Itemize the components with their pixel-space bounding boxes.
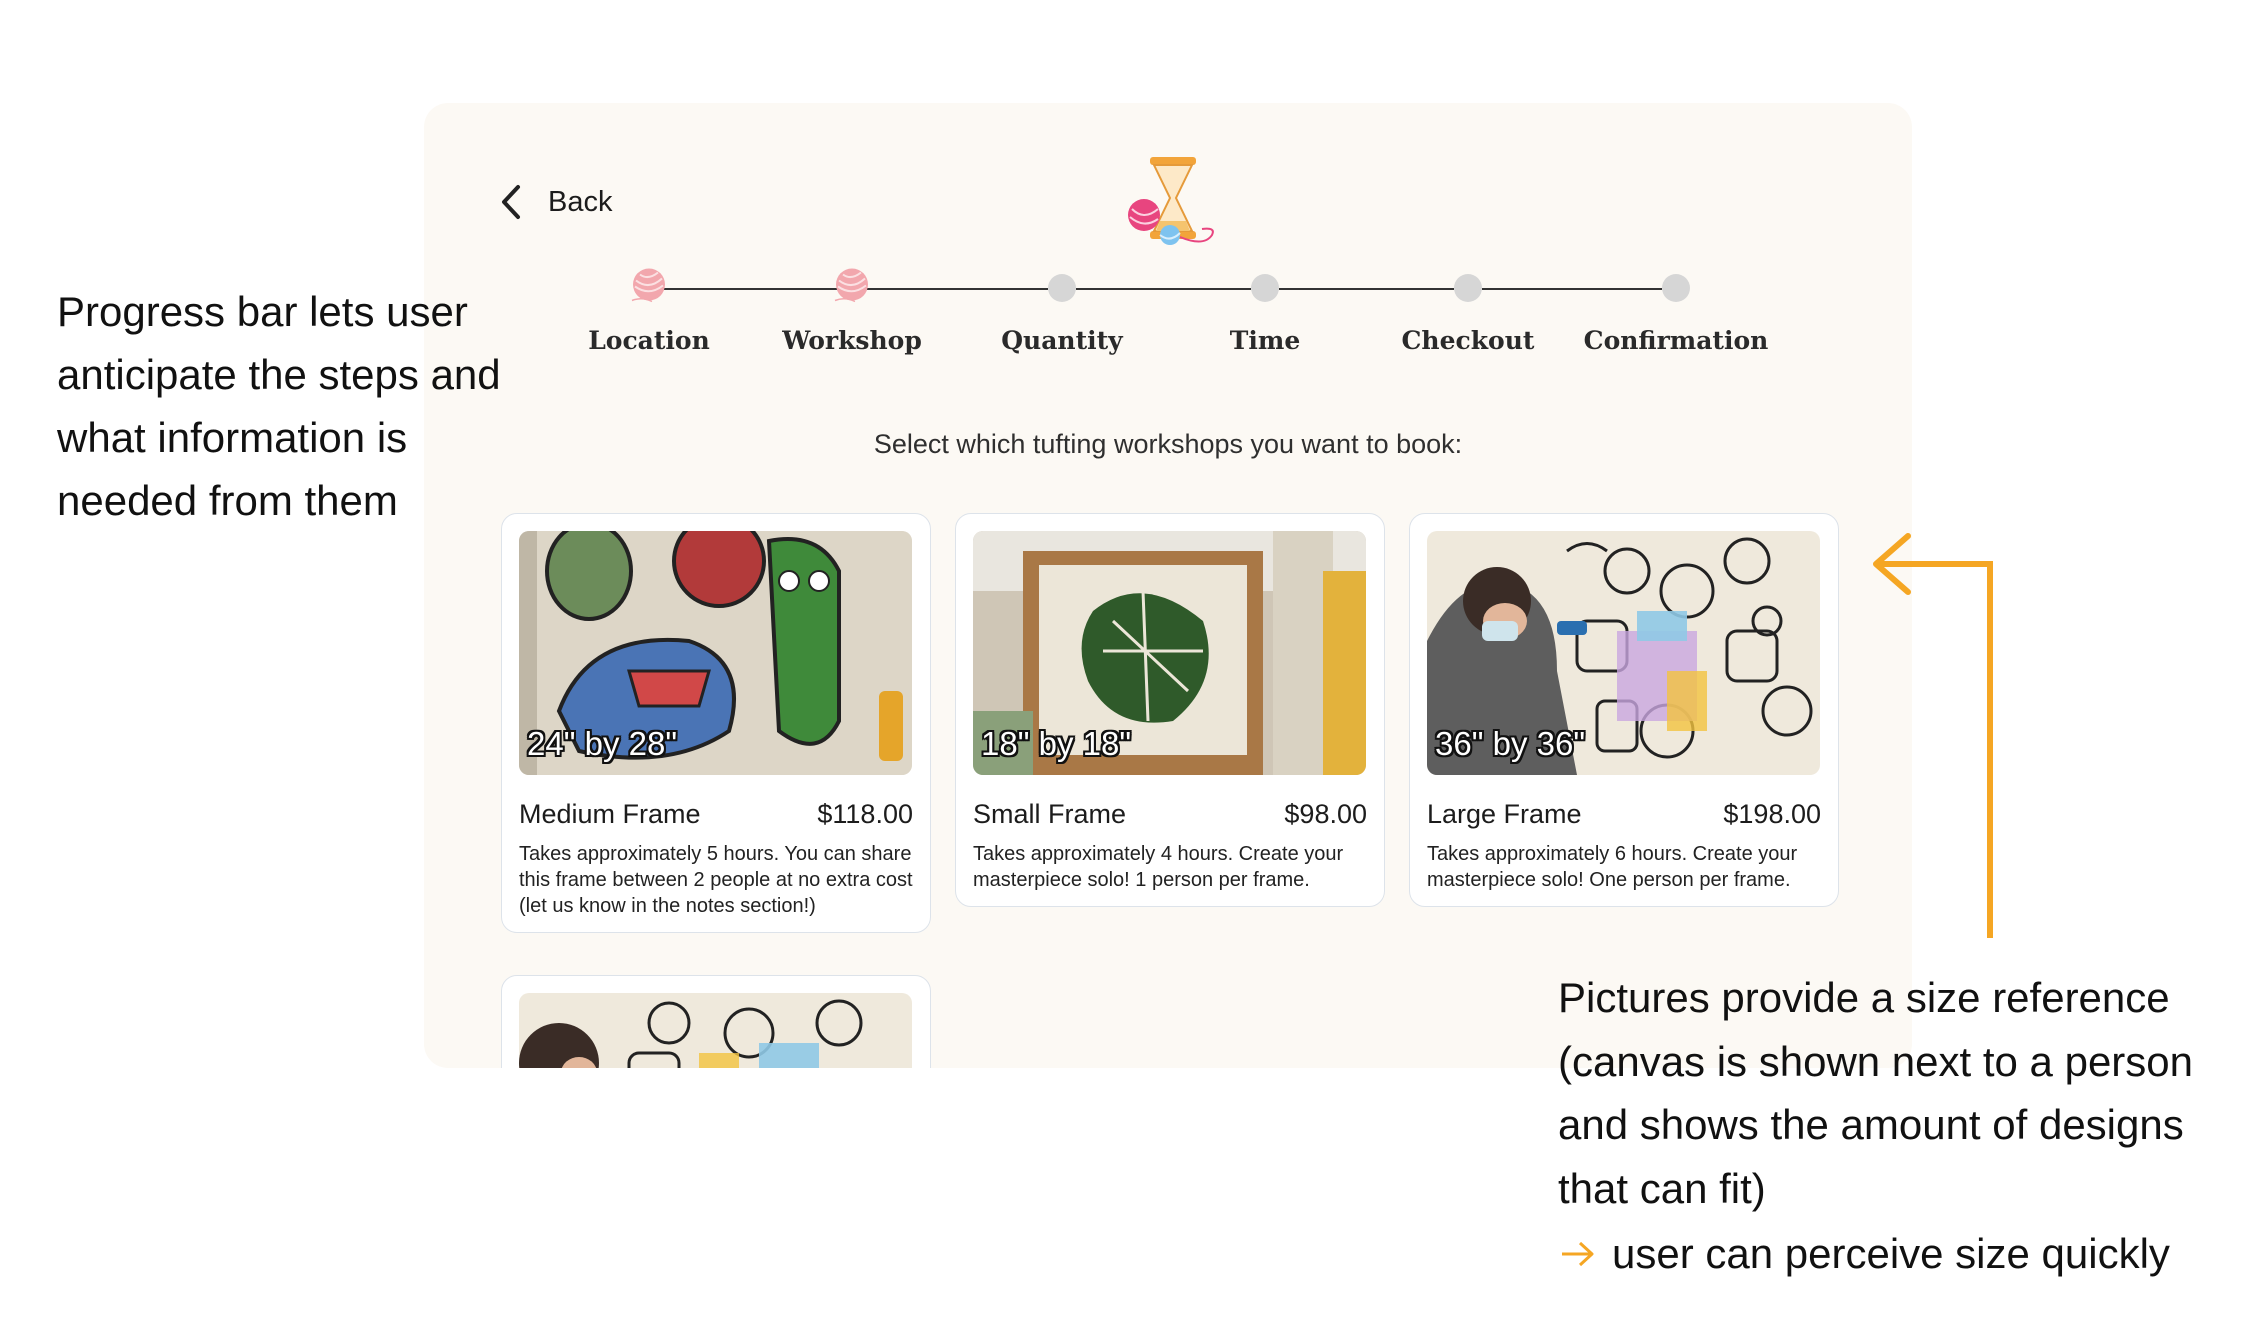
workshop-description: Takes approximately 4 hours. Create your… xyxy=(973,843,1344,891)
workshop-prompt: Select which tufting workshops you want … xyxy=(873,429,1463,459)
annotation-conclusion-text: user can perceive size quickly xyxy=(1612,1230,2170,1277)
workshop-description: Takes approximately 5 hours. You can sha… xyxy=(519,843,913,917)
annotation-progress-bar: Progress bar lets user anticipate the st… xyxy=(57,288,501,524)
yarn-ball-icon xyxy=(631,268,665,303)
step-dot xyxy=(1251,274,1279,302)
step-label: Confirmation xyxy=(1583,326,1769,355)
workshop-description: Takes approximately 6 hours. Create your… xyxy=(1427,843,1798,891)
step-dot xyxy=(1454,274,1482,302)
workshop-card-small[interactable]: 18" by 18" Small Frame $98.00 Takes appr… xyxy=(955,513,1385,907)
workshop-title: Large Frame xyxy=(1427,799,1582,829)
annotation-conclusion: user can perceive size quickly xyxy=(1558,1222,2248,1286)
step-label: Quantity xyxy=(1001,326,1123,355)
step-dot xyxy=(1048,274,1076,302)
yarn-ball-icon xyxy=(834,268,868,303)
workshop-title: Medium Frame xyxy=(519,799,701,829)
progress-connector xyxy=(1076,288,1251,290)
step-dot xyxy=(1662,274,1690,302)
progress-connector xyxy=(1279,288,1454,290)
back-label: Back xyxy=(548,185,613,218)
workshop-price: $98.00 xyxy=(1284,799,1367,829)
size-label: 24" by 28" xyxy=(527,725,678,762)
arrow-right-icon xyxy=(1562,1241,1594,1266)
arrow-up-left-icon xyxy=(1873,533,1993,938)
workshop-card-partial[interactable] xyxy=(501,975,931,1068)
booking-frame: Back Location Workshop Quantity Time Che… xyxy=(424,103,1912,1068)
progress-connector xyxy=(1482,288,1662,290)
workshop-price: $118.00 xyxy=(817,799,913,829)
progress-connector xyxy=(866,288,1048,290)
workshop-card-medium[interactable]: 24" by 28" Medium Frame $118.00 Takes ap… xyxy=(501,513,931,933)
annotation-pictures-text: Pictures provide a size reference (canva… xyxy=(1558,974,2194,1212)
step-label: Checkout xyxy=(1401,326,1535,355)
step-label: Workshop xyxy=(782,326,922,355)
hourglass-yarn-logo xyxy=(1128,157,1214,245)
annotation-pictures: Pictures provide a size reference (canva… xyxy=(1558,966,2248,1286)
workshop-title: Small Frame xyxy=(973,799,1127,829)
workshop-photo: 18" by 18" xyxy=(973,531,1366,775)
workshop-photo xyxy=(519,993,912,1068)
progress-bar: Location Workshop Quantity Time Checkout xyxy=(424,268,1912,398)
step-label: Time xyxy=(1229,326,1301,355)
workshop-photo: 36" by 36" xyxy=(1427,531,1820,775)
workshop-price: $198.00 xyxy=(1723,799,1821,829)
progress-connector xyxy=(663,288,838,290)
size-label: 36" by 36" xyxy=(1435,725,1586,762)
back-button[interactable]: Back xyxy=(496,183,612,221)
workshop-card-large[interactable]: 36" by 36" Large Frame $198.00 Takes app… xyxy=(1409,513,1839,907)
chevron-left-icon xyxy=(502,185,520,219)
step-label: Location xyxy=(588,326,710,355)
size-label: 18" by 18" xyxy=(981,725,1132,762)
workshop-photo: 24" by 28" xyxy=(519,531,912,775)
